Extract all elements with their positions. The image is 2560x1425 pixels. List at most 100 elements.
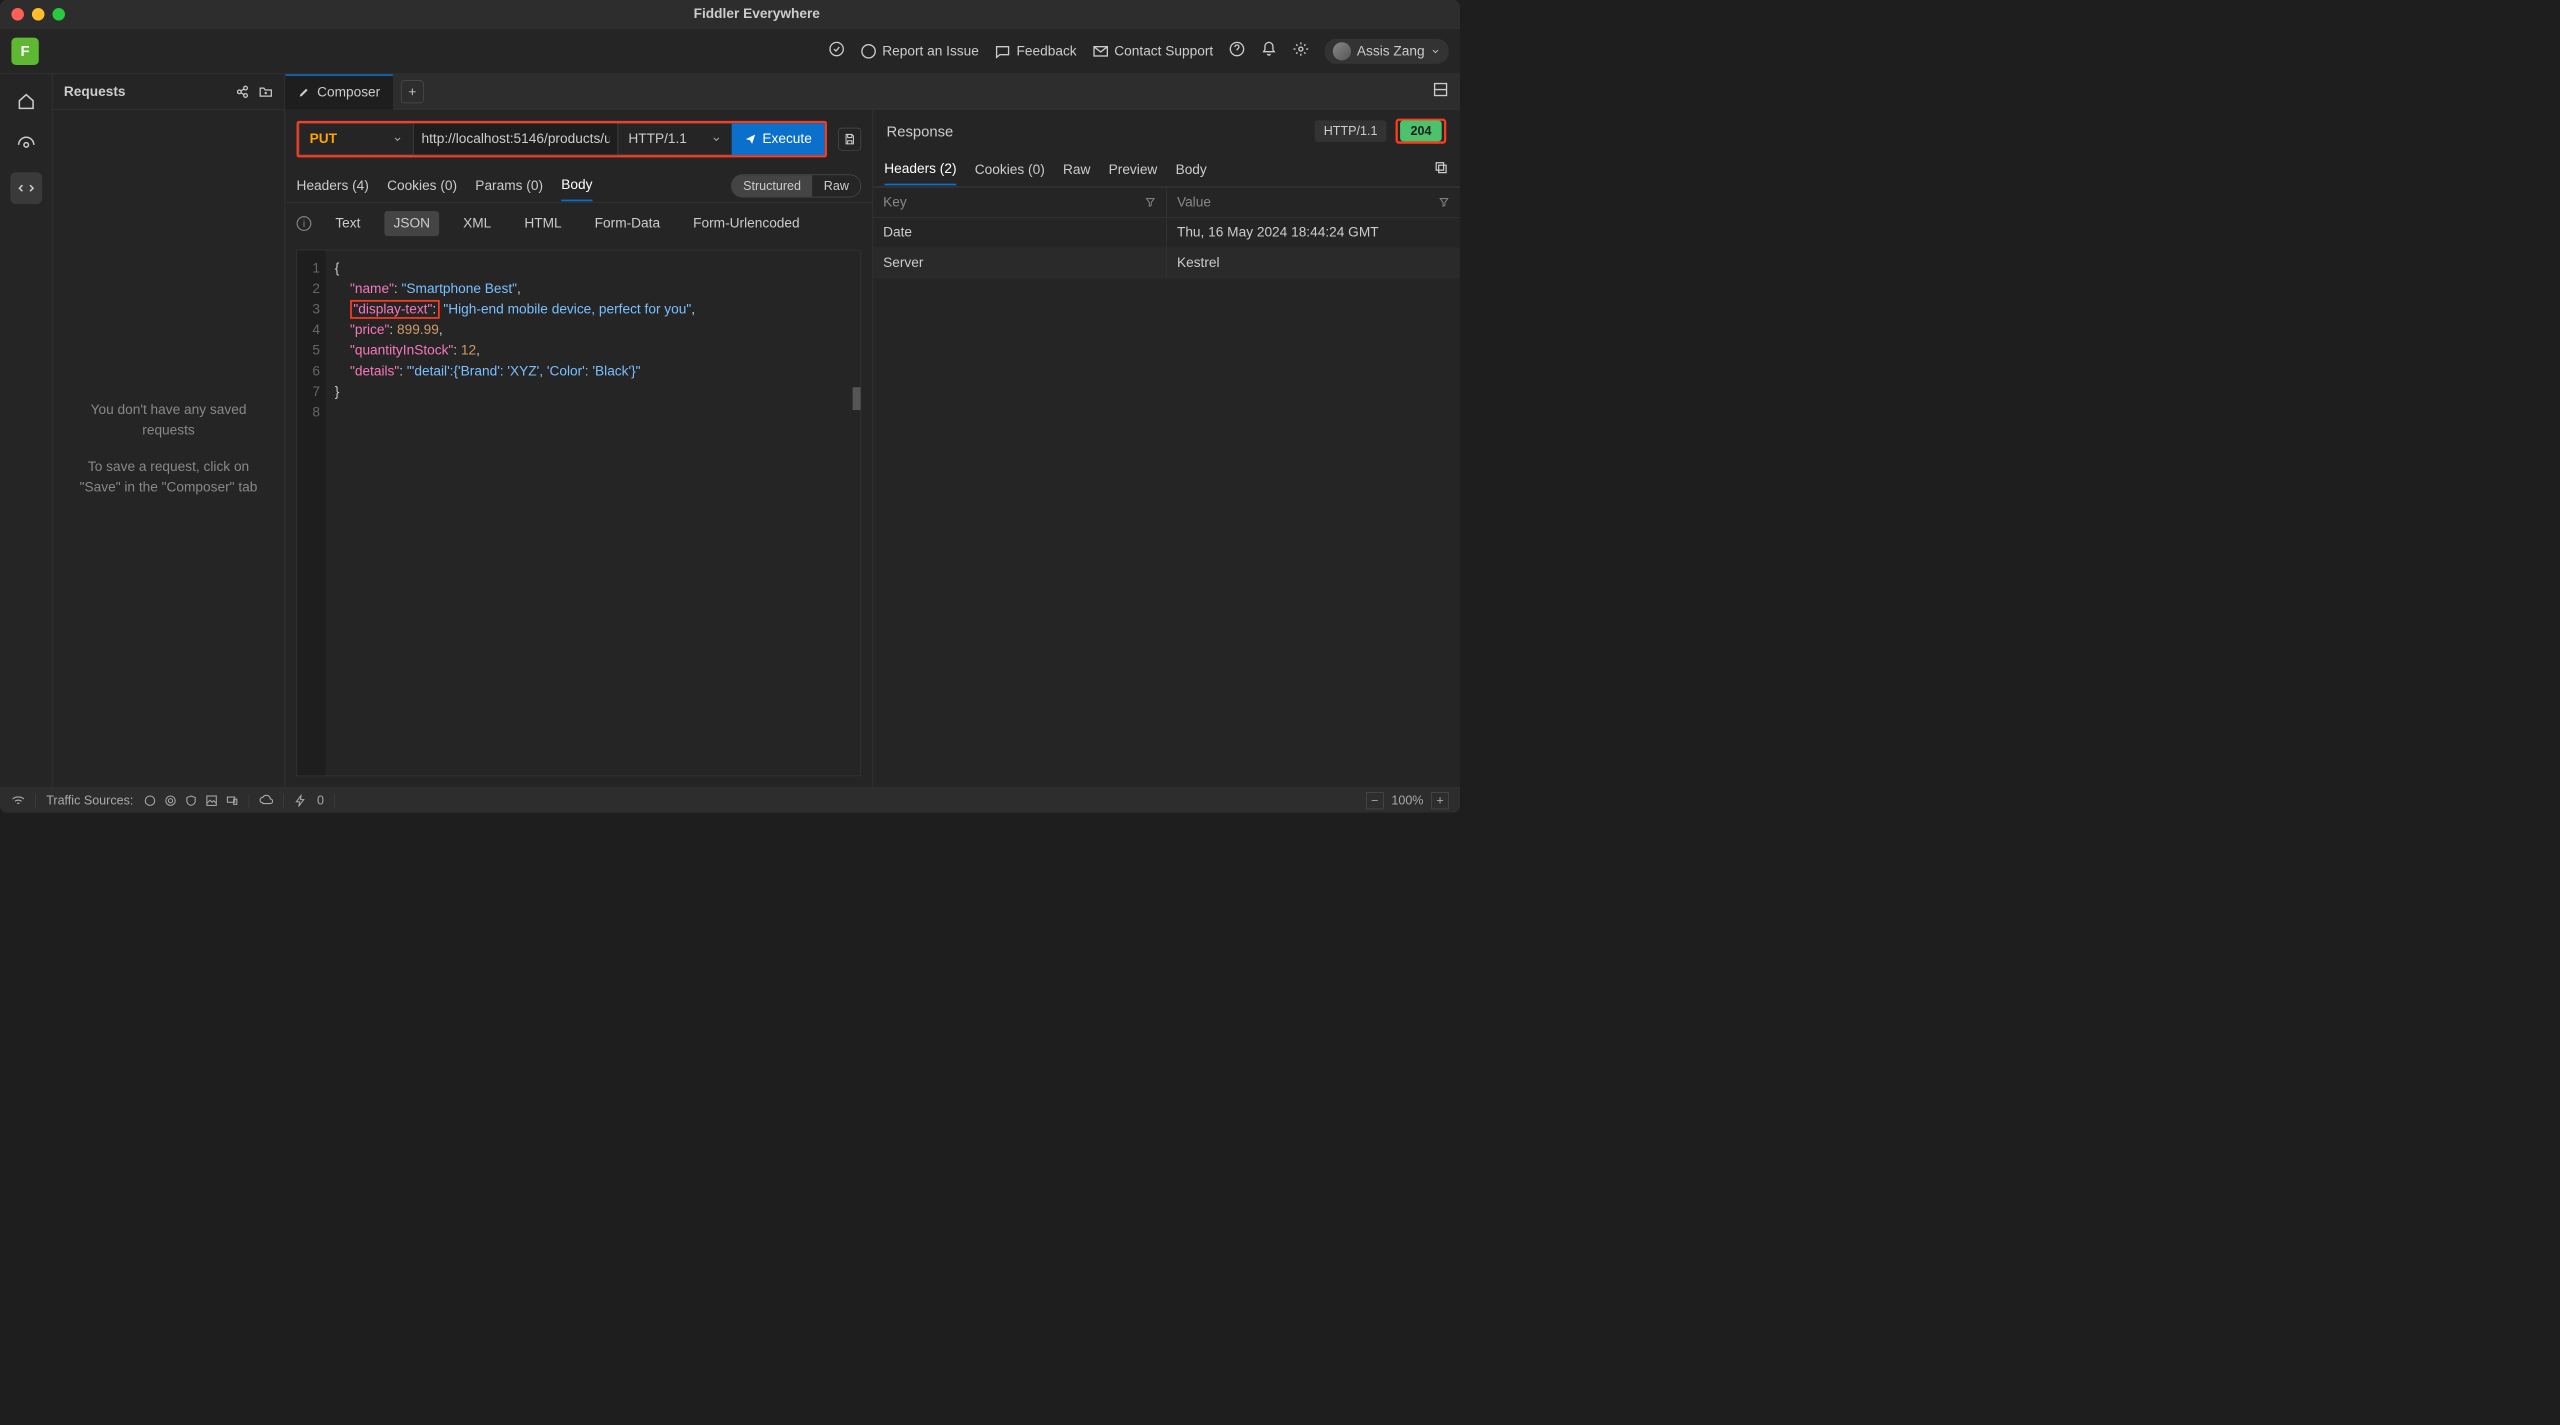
avatar [1333,42,1351,60]
table-row[interactable]: Date Thu, 16 May 2024 18:44:24 GMT [873,218,1460,248]
cell-value: Thu, 16 May 2024 18:44:24 GMT [1167,218,1460,248]
resp-tab-preview[interactable]: Preview [1109,155,1158,185]
scrollbar-thumb[interactable] [852,387,860,410]
wifi-icon [11,794,25,808]
save-button[interactable] [838,128,861,151]
target-icon[interactable] [164,794,177,807]
fmt-json[interactable]: JSON [384,211,439,236]
shield-icon[interactable] [185,794,198,807]
activity-bar [0,74,52,787]
subtab-params[interactable]: Params (0) [475,171,543,201]
source-icons [144,794,239,807]
cell-value: Kestrel [1167,248,1460,278]
chevron-down-icon [711,134,721,144]
fmt-text[interactable]: Text [326,211,369,236]
info-icon[interactable]: i [297,216,312,231]
cell-key: Date [873,218,1167,248]
notifications-icon[interactable] [1261,41,1277,61]
execute-button[interactable]: Execute [732,123,825,155]
response-pane: Response HTTP/1.1 204 Headers (2) Cookie… [873,109,1460,787]
sidebar-title: Requests [64,84,126,100]
status-indicator-icon[interactable] [829,41,845,61]
pencil-icon [298,86,311,99]
protocol-select[interactable]: HTTP/1.1 [618,123,732,155]
sidebar: Requests You don't have any saved reques… [52,74,285,787]
devices-icon[interactable] [226,794,239,807]
resp-tab-raw[interactable]: Raw [1063,155,1090,185]
traffic-count: 0 [317,793,324,808]
json-editor[interactable]: 12345678 { "name": "Smartphone Best", "d… [297,250,861,776]
code-content: { "name": "Smartphone Best", "display-te… [326,250,861,775]
statusbar: Traffic Sources: 0 − 100% + [0,788,1460,813]
github-icon [861,43,877,59]
cell-key: Server [873,248,1167,278]
status-badge: 204 [1400,120,1441,141]
copy-icon[interactable] [1434,160,1449,179]
subtab-cookies[interactable]: Cookies (0) [387,171,457,201]
help-icon[interactable] [1229,41,1245,61]
empty-state-text-1: You don't have any saved requests [75,399,261,440]
close-window-button[interactable] [11,8,24,21]
response-table-header: Key Value [873,187,1460,218]
fmt-formdata[interactable]: Form-Data [586,211,670,236]
chevron-down-icon [1430,46,1440,56]
chat-icon [995,43,1011,59]
tab-composer[interactable]: Composer [285,74,393,109]
subtab-body[interactable]: Body [561,170,592,201]
url-input[interactable] [413,123,618,155]
response-protocol: HTTP/1.1 [1315,120,1387,142]
fmt-formurl[interactable]: Form-Urlencoded [684,211,809,236]
send-icon [744,133,757,146]
table-row[interactable]: Server Kestrel [873,248,1460,278]
image-icon[interactable] [205,794,218,807]
response-subtabs: Headers (2) Cookies (0) Raw Preview Body [873,153,1460,187]
empty-state-text-2: To save a request, click on "Save" in th… [75,457,261,498]
report-issue-label: Report an Issue [882,43,979,59]
panel-layout-toggle[interactable] [1433,82,1449,102]
tab-label: Composer [317,84,380,100]
column-key[interactable]: Key [873,188,1167,218]
app-logo: F [11,37,38,64]
window-title: Fiddler Everywhere [65,6,1449,22]
new-folder-icon[interactable] [258,84,273,99]
filter-icon [1144,197,1155,208]
feedback-link[interactable]: Feedback [995,43,1077,59]
report-issue-link[interactable]: Report an Issue [861,43,979,59]
maximize-window-button[interactable] [52,8,65,21]
method-select[interactable]: PUT [299,123,413,155]
resp-tab-body[interactable]: Body [1176,155,1207,185]
filter-icon [1438,197,1449,208]
protocol-value: HTTP/1.1 [628,131,687,147]
fmt-xml[interactable]: XML [454,211,500,236]
subtab-headers[interactable]: Headers (4) [297,171,369,201]
add-tab-button[interactable] [401,80,424,103]
nav-composer[interactable] [10,172,42,204]
share-icon[interactable] [234,84,249,99]
topbar: F Report an Issue Feedback Contact Suppo… [0,29,1460,75]
chevron-down-icon [392,134,402,144]
column-value[interactable]: Value [1167,188,1460,218]
view-structured[interactable]: Structured [732,175,813,197]
traffic-lights [11,8,65,21]
nav-live[interactable] [10,129,42,161]
zoom-level: 100% [1391,793,1423,808]
request-line-highlight: PUT HTTP/1.1 Execute [297,121,827,157]
view-toggle: Structured Raw [731,174,861,197]
resp-tab-headers[interactable]: Headers (2) [884,154,956,185]
user-name: Assis Zang [1357,43,1425,59]
contact-support-link[interactable]: Contact Support [1093,43,1214,59]
zoom-in-button[interactable]: + [1431,792,1448,809]
browser-icon[interactable] [144,794,157,807]
zoom-out-button[interactable]: − [1366,792,1383,809]
resp-tab-cookies[interactable]: Cookies (0) [975,155,1045,185]
fmt-html[interactable]: HTML [515,211,571,236]
line-gutter: 12345678 [297,250,326,775]
view-raw[interactable]: Raw [812,175,860,197]
user-menu[interactable]: Assis Zang [1325,38,1449,63]
minimize-window-button[interactable] [32,8,45,21]
cloud-icon[interactable] [259,794,273,808]
nav-home[interactable] [10,86,42,118]
traffic-sources-label: Traffic Sources: [46,793,133,808]
format-tabs: i Text JSON XML HTML Form-Data Form-Urle… [285,203,872,244]
settings-icon[interactable] [1293,41,1309,61]
